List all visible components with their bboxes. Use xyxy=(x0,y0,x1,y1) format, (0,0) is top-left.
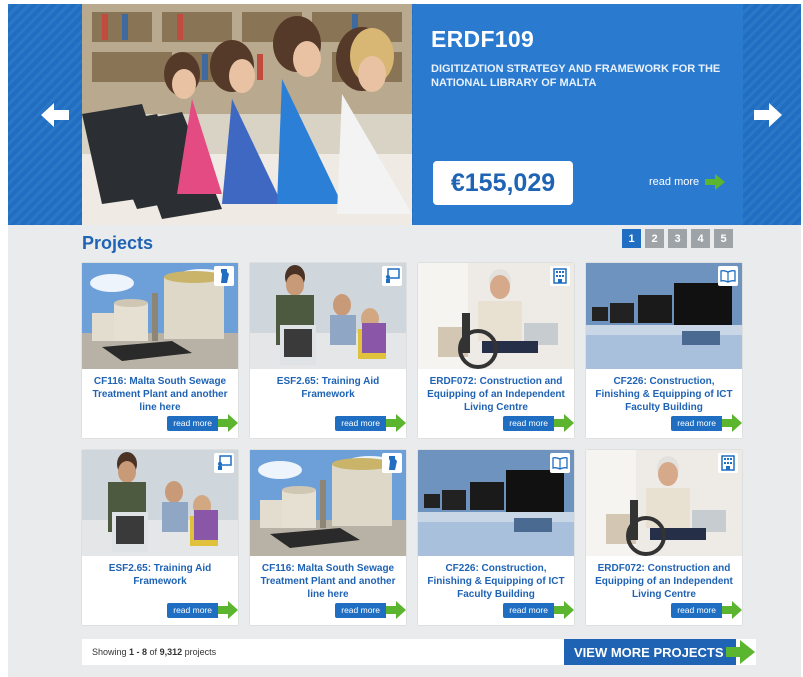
project-card-title[interactable]: ERDF072: Construction and Equipping of a… xyxy=(424,375,568,414)
project-card-title[interactable]: ESF2.65: Training Aid Framework xyxy=(88,562,232,588)
project-card[interactable]: CF226: Construction, Finishing & Equippi… xyxy=(418,450,574,625)
showing-total: 9,312 xyxy=(159,647,183,657)
results-footer: Showing 1 - 8 of 9,312 projects VIEW MOR… xyxy=(82,639,756,665)
project-card[interactable]: ESF2.65: Training Aid Framework read more xyxy=(250,263,406,438)
green-arrow-right-icon xyxy=(218,601,238,619)
project-card-title[interactable]: CF226: Construction, Finishing & Equippi… xyxy=(592,375,736,414)
page-button-3[interactable]: 3 xyxy=(668,229,687,248)
featured-project-slider: ERDF109 DIGITIZATION STRATEGY AND FRAMEW… xyxy=(8,4,801,225)
hero-read-more-label: read more xyxy=(649,176,700,188)
arrow-right-icon xyxy=(754,103,782,127)
green-arrow-right-icon xyxy=(386,601,406,619)
next-slide-button[interactable] xyxy=(749,96,787,134)
showing-suffix: projects xyxy=(182,647,217,657)
previous-slide-button[interactable] xyxy=(36,96,74,134)
results-count: Showing 1 - 8 of 9,312 projects xyxy=(92,647,216,657)
card-read-more-button[interactable]: read more xyxy=(503,414,574,432)
green-arrow-right-icon xyxy=(386,414,406,432)
building-icon xyxy=(718,453,738,473)
green-arrow-right-icon xyxy=(218,414,238,432)
page-button-1[interactable]: 1 xyxy=(622,229,641,248)
project-card-title[interactable]: ERDF072: Construction and Equipping of a… xyxy=(592,562,736,601)
card-read-more-label: read more xyxy=(335,415,386,431)
green-arrow-right-icon xyxy=(722,414,742,432)
project-card[interactable]: CF116: Malta South Sewage Treatment Plan… xyxy=(250,450,406,625)
arrow-left-icon xyxy=(41,103,69,127)
card-read-more-button[interactable]: read more xyxy=(671,414,742,432)
project-card[interactable]: CF116: Malta South Sewage Treatment Plan… xyxy=(82,263,238,438)
showing-prefix: Showing xyxy=(92,647,130,657)
card-read-more-label: read more xyxy=(503,602,554,618)
green-arrow-right-icon xyxy=(554,601,574,619)
book-icon xyxy=(550,453,570,473)
building-icon xyxy=(550,266,570,286)
bottle-icon xyxy=(382,453,402,473)
page-button-5[interactable]: 5 xyxy=(714,229,733,248)
hero-info-panel: ERDF109 DIGITIZATION STRATEGY AND FRAMEW… xyxy=(413,4,743,225)
project-card-title[interactable]: ESF2.65: Training Aid Framework xyxy=(256,375,400,401)
card-read-more-label: read more xyxy=(167,415,218,431)
project-card-title[interactable]: CF116: Malta South Sewage Treatment Plan… xyxy=(256,562,400,601)
card-read-more-label: read more xyxy=(671,602,722,618)
green-arrow-right-icon xyxy=(705,174,726,190)
green-arrow-right-icon xyxy=(554,414,574,432)
project-card-title[interactable]: CF226: Construction, Finishing & Equippi… xyxy=(424,562,568,601)
view-more-projects-button[interactable]: VIEW MORE PROJECTS xyxy=(564,639,736,665)
project-card[interactable]: ERDF072: Construction and Equipping of a… xyxy=(418,263,574,438)
card-read-more-label: read more xyxy=(671,415,722,431)
projects-heading: Projects xyxy=(82,233,154,253)
training-icon xyxy=(382,266,402,286)
showing-range: 1 - 8 xyxy=(129,647,148,657)
card-read-more-button[interactable]: read more xyxy=(335,414,406,432)
pagination: 1 2 3 4 5 xyxy=(622,229,733,248)
card-read-more-button[interactable]: read more xyxy=(503,601,574,619)
showing-of: of xyxy=(147,647,160,657)
card-read-more-button[interactable]: read more xyxy=(167,601,238,619)
projects-section: Projects 1 2 3 4 5 CF116: Malta South Se… xyxy=(8,225,801,677)
page-button-4[interactable]: 4 xyxy=(691,229,710,248)
card-read-more-button[interactable]: read more xyxy=(671,601,742,619)
green-arrow-right-icon xyxy=(726,640,755,664)
card-read-more-label: read more xyxy=(335,602,386,618)
hero-funding-amount: €155,029 xyxy=(433,161,573,205)
project-card[interactable]: CF226: Construction, Finishing & Equippi… xyxy=(586,263,742,438)
green-arrow-right-icon xyxy=(722,601,742,619)
hero-read-more-link[interactable]: read more xyxy=(649,174,726,190)
card-read-more-button[interactable]: read more xyxy=(167,414,238,432)
view-more-label: VIEW MORE PROJECTS xyxy=(574,644,724,660)
hero-photo-students xyxy=(82,4,412,225)
project-card[interactable]: ERDF072: Construction and Equipping of a… xyxy=(586,450,742,625)
bottle-icon xyxy=(214,266,234,286)
hero-project-code: ERDF109 xyxy=(431,26,535,52)
card-read-more-label: read more xyxy=(503,415,554,431)
card-read-more-label: read more xyxy=(167,602,218,618)
page-button-2[interactable]: 2 xyxy=(645,229,664,248)
card-read-more-button[interactable]: read more xyxy=(335,601,406,619)
project-card-title[interactable]: CF116: Malta South Sewage Treatment Plan… xyxy=(88,375,232,414)
book-icon xyxy=(718,266,738,286)
hero-project-description: DIGITIZATION STRATEGY AND FRAMEWORK FOR … xyxy=(431,63,721,89)
project-card[interactable]: ESF2.65: Training Aid Framework read more xyxy=(82,450,238,625)
training-icon xyxy=(214,453,234,473)
